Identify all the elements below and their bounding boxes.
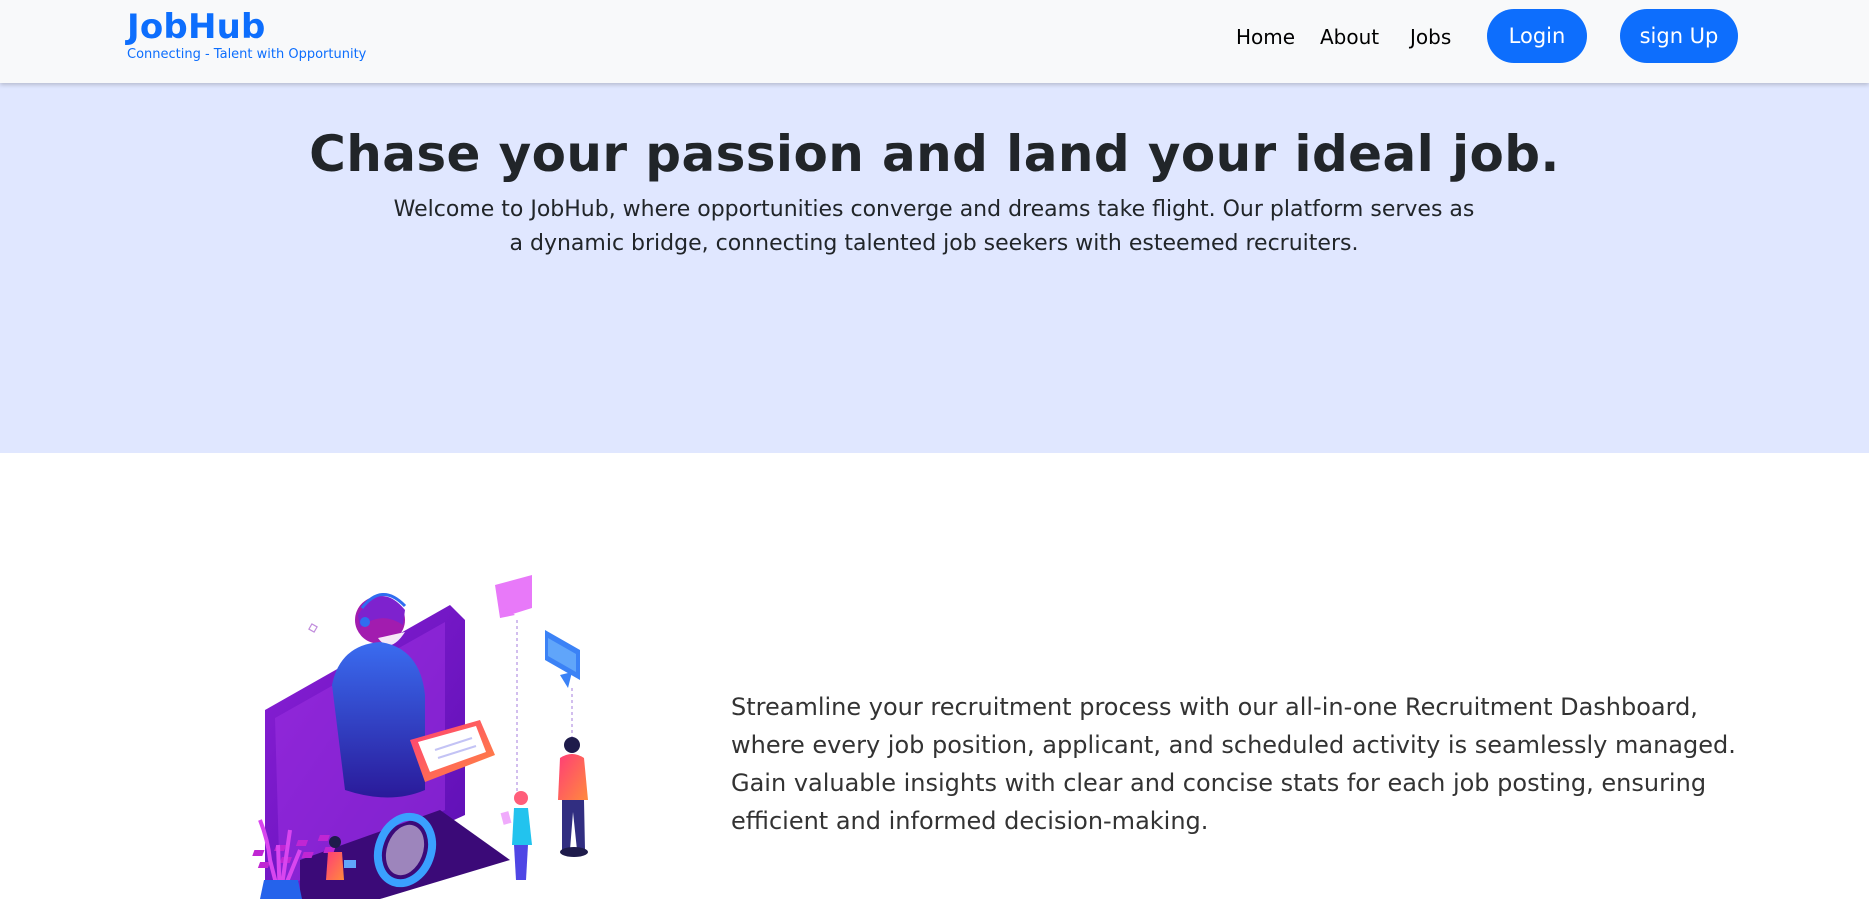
hero-title: Chase your passion and land your ideal j… (309, 125, 1560, 183)
signup-button[interactable]: sign Up (1620, 9, 1738, 63)
hero-subtitle: Welcome to JobHub, where opportunities c… (393, 197, 1475, 256)
feature-description: Streamline your recruitment process with… (731, 693, 1736, 835)
nav-link-about[interactable]: About (1320, 24, 1379, 50)
login-button[interactable]: Login (1487, 9, 1587, 63)
illustration-svg (252, 575, 588, 900)
brand-logo[interactable]: JobHub Connecting - Talent with Opportun… (127, 6, 366, 63)
nav-link-home[interactable]: Home (1236, 24, 1295, 50)
navbar: JobHub Connecting - Talent with Opportun… (0, 0, 1869, 83)
brand-name[interactable]: JobHub (127, 6, 366, 48)
brand-tagline: Connecting - Talent with Opportunity (127, 47, 367, 62)
hero-section: Chase your passion and land your ideal j… (0, 83, 1869, 453)
recruiter-at-laptop-illustration (240, 560, 620, 900)
nav-link-jobs[interactable]: Jobs (1410, 24, 1451, 50)
